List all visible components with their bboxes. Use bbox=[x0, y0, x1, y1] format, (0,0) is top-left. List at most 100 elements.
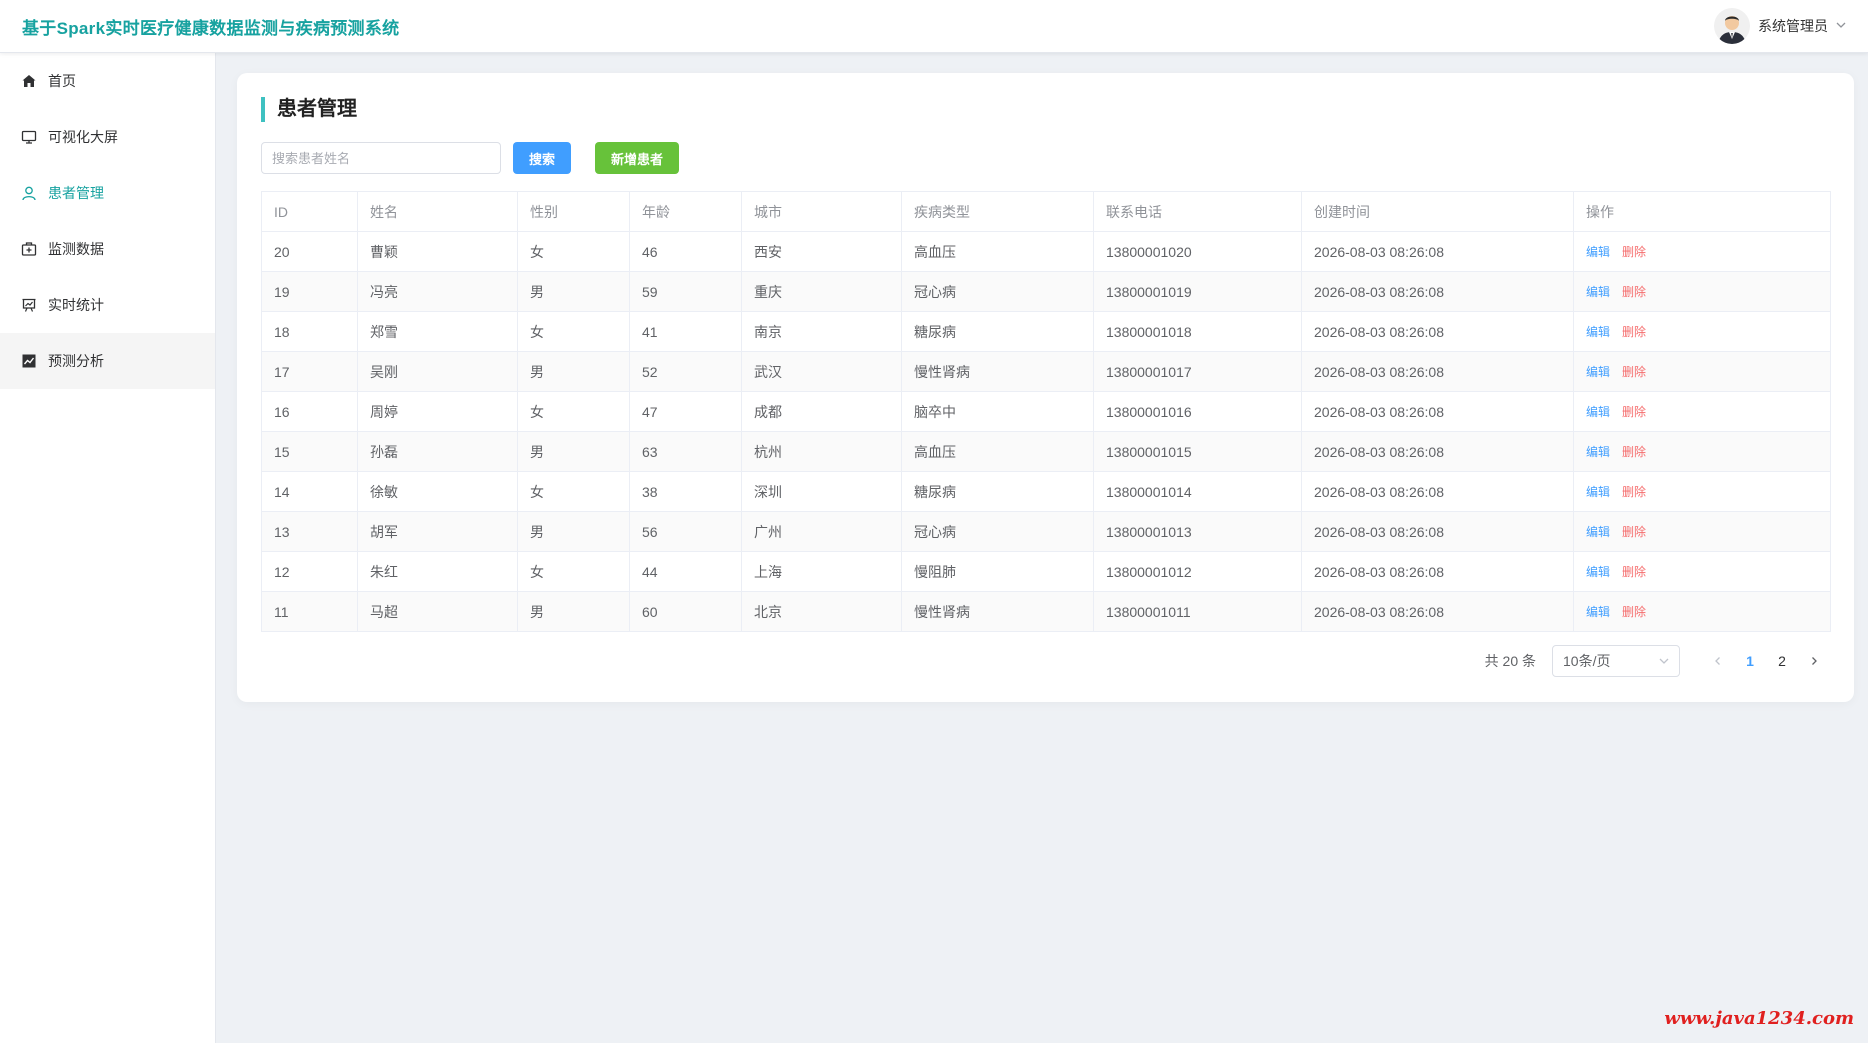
edit-button[interactable]: 编辑 bbox=[1586, 445, 1610, 459]
table-cell: 冯亮 bbox=[357, 271, 518, 312]
table-cell: 冠心病 bbox=[901, 271, 1094, 312]
actions-cell: 编辑 删除 bbox=[1573, 311, 1831, 352]
table-cell: 曹颖 bbox=[357, 231, 518, 272]
toolbar: 搜索 新增患者 bbox=[261, 142, 680, 174]
user-name[interactable]: 系统管理员 bbox=[1758, 16, 1828, 36]
table-cell: 深圳 bbox=[741, 471, 902, 512]
presentation-chart-icon bbox=[20, 296, 38, 314]
home-icon bbox=[20, 72, 38, 90]
table-cell: 2026-08-03 08:26:08 bbox=[1301, 271, 1574, 312]
page-size-select[interactable]: 10条/页 bbox=[1552, 645, 1680, 677]
delete-button[interactable]: 删除 bbox=[1622, 485, 1646, 499]
sidebar: 首页 可视化大屏 患者管理 监测数据 实时统计 预测分析 bbox=[0, 53, 216, 1043]
edit-button[interactable]: 编辑 bbox=[1586, 245, 1610, 259]
delete-button[interactable]: 删除 bbox=[1622, 605, 1646, 619]
sidebar-item-dashboard[interactable]: 可视化大屏 bbox=[0, 109, 215, 165]
table-cell: 武汉 bbox=[741, 351, 902, 392]
edit-button[interactable]: 编辑 bbox=[1586, 365, 1610, 379]
table-cell: 冠心病 bbox=[901, 511, 1094, 552]
pagination: 共 20 条 10条/页 1 2 bbox=[1485, 645, 1830, 677]
total-count: 共 20 条 bbox=[1484, 653, 1536, 669]
table-cell: 男 bbox=[517, 271, 630, 312]
table-cell: 2026-08-03 08:26:08 bbox=[1301, 431, 1574, 472]
table-cell: 47 bbox=[629, 391, 742, 432]
edit-button[interactable]: 编辑 bbox=[1586, 485, 1610, 499]
delete-button[interactable]: 删除 bbox=[1622, 445, 1646, 459]
user-menu[interactable]: 系统管理员 bbox=[1714, 8, 1846, 44]
delete-button[interactable]: 删除 bbox=[1622, 325, 1646, 339]
column-header: 姓名 bbox=[357, 191, 518, 232]
table-cell: 13800001014 bbox=[1093, 471, 1302, 512]
table-cell: 13 bbox=[261, 511, 358, 552]
search-button[interactable]: 搜索 bbox=[513, 142, 572, 174]
search-input[interactable] bbox=[261, 142, 501, 174]
table-cell: 女 bbox=[517, 551, 630, 592]
edit-button[interactable]: 编辑 bbox=[1586, 565, 1610, 579]
user-icon bbox=[20, 184, 38, 202]
table-cell: 59 bbox=[629, 271, 742, 312]
delete-button[interactable]: 删除 bbox=[1622, 565, 1646, 579]
delete-button[interactable]: 删除 bbox=[1622, 245, 1646, 259]
table-row: 20 曹颖女 46 西安 高血压 13800001020 2026-08-03 08:26:… bbox=[261, 231, 1831, 272]
page-size-value: 10条/页 bbox=[1563, 653, 1611, 669]
sidebar-item-prediction[interactable]: 预测分析 bbox=[0, 333, 215, 389]
table-cell: 北京 bbox=[741, 591, 902, 632]
table-row: 18 郑雪女 41 南京 糖尿病 13800001018 2026-08-03 08:26:… bbox=[261, 311, 1831, 352]
column-header: 创建时间 bbox=[1301, 191, 1574, 232]
table-cell: 2026-08-03 08:26:08 bbox=[1301, 551, 1574, 592]
page-button-1[interactable]: 1 bbox=[1734, 645, 1766, 677]
delete-button[interactable]: 删除 bbox=[1622, 405, 1646, 419]
table-cell: 成都 bbox=[741, 391, 902, 432]
table-cell: 西安 bbox=[741, 231, 902, 272]
table-cell: 朱红 bbox=[357, 551, 518, 592]
sidebar-item-label: 可视化大屏 bbox=[48, 129, 118, 145]
table-cell: 2026-08-03 08:26:08 bbox=[1301, 591, 1574, 632]
table-cell: 14 bbox=[261, 471, 358, 512]
delete-button[interactable]: 删除 bbox=[1622, 285, 1646, 299]
edit-button[interactable]: 编辑 bbox=[1586, 525, 1610, 539]
table-cell: 男 bbox=[517, 431, 630, 472]
table-cell: 20 bbox=[261, 231, 358, 272]
chevron-down-icon[interactable] bbox=[1836, 20, 1846, 33]
table-row: 16 周婷女 47 成都 脑卒中 13800001016 2026-08-03 08:26:… bbox=[261, 391, 1831, 432]
page-button-2[interactable]: 2 bbox=[1766, 645, 1798, 677]
table-cell: 44 bbox=[629, 551, 742, 592]
delete-button[interactable]: 删除 bbox=[1622, 365, 1646, 379]
table-cell: 杭州 bbox=[741, 431, 902, 472]
table-cell: 18 bbox=[261, 311, 358, 352]
delete-button[interactable]: 删除 bbox=[1622, 525, 1646, 539]
prev-page-button[interactable] bbox=[1702, 645, 1734, 677]
table-cell: 周婷 bbox=[357, 391, 518, 432]
table-cell: 60 bbox=[629, 591, 742, 632]
table-cell: 女 bbox=[517, 311, 630, 352]
table-cell: 2026-08-03 08:26:08 bbox=[1301, 471, 1574, 512]
table-cell: 2026-08-03 08:26:08 bbox=[1301, 311, 1574, 352]
table-cell: 胡军 bbox=[357, 511, 518, 552]
column-header: ID bbox=[261, 191, 358, 232]
patient-card: 患者管理 搜索 新增患者 ID 姓名 性别 年龄 城市 疾病类型 bbox=[237, 73, 1854, 702]
add-patient-button[interactable]: 新增患者 bbox=[595, 142, 680, 174]
table-cell: 孙磊 bbox=[357, 431, 518, 472]
table-cell: 男 bbox=[517, 511, 630, 552]
sidebar-item-home[interactable]: 首页 bbox=[0, 53, 215, 109]
table-cell: 脑卒中 bbox=[901, 391, 1094, 432]
sidebar-item-realtime-stats[interactable]: 实时统计 bbox=[0, 277, 215, 333]
edit-button[interactable]: 编辑 bbox=[1586, 285, 1610, 299]
edit-button[interactable]: 编辑 bbox=[1586, 605, 1610, 619]
sidebar-item-patients[interactable]: 患者管理 bbox=[0, 165, 215, 221]
table-cell: 13800001019 bbox=[1093, 271, 1302, 312]
column-header: 城市 bbox=[741, 191, 902, 232]
sidebar-item-monitor-data[interactable]: 监测数据 bbox=[0, 221, 215, 277]
avatar[interactable] bbox=[1714, 8, 1750, 44]
table-cell: 男 bbox=[517, 351, 630, 392]
edit-button[interactable]: 编辑 bbox=[1586, 325, 1610, 339]
next-page-button[interactable] bbox=[1798, 645, 1830, 677]
monitor-icon bbox=[20, 128, 38, 146]
app-title: 基于Spark实时医疗健康数据监测与疾病预测系统 bbox=[22, 18, 400, 38]
table-cell: 13800001012 bbox=[1093, 551, 1302, 592]
edit-button[interactable]: 编辑 bbox=[1586, 405, 1610, 419]
table-cell: 高血压 bbox=[901, 231, 1094, 272]
table-cell: 糖尿病 bbox=[901, 471, 1094, 512]
table-cell: 12 bbox=[261, 551, 358, 592]
table-cell: 2026-08-03 08:26:08 bbox=[1301, 511, 1574, 552]
